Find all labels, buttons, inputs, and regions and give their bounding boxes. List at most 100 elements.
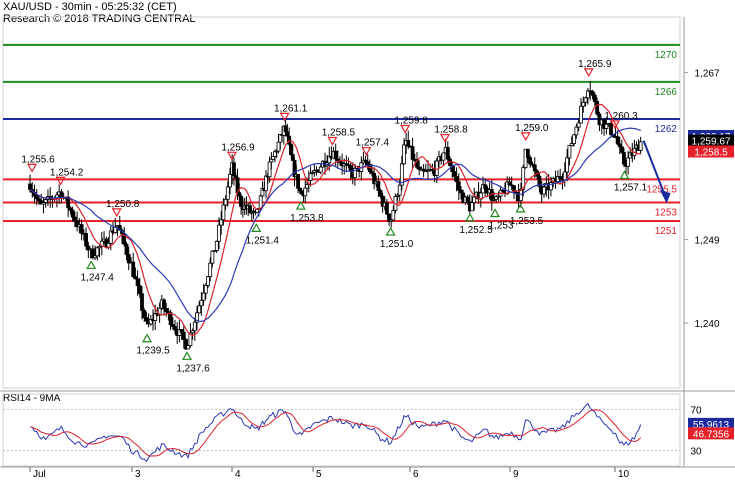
candle-body-46 (131, 261, 136, 277)
swing-high-label-0: 1,255.6 (21, 154, 55, 165)
candle-body-124 (289, 143, 293, 155)
swing-low-marker-12 (385, 226, 396, 236)
candle-body-128 (296, 173, 300, 189)
candle-body-208 (465, 196, 470, 203)
swing-low-label-21: 1,257.1 (614, 182, 648, 193)
candle-body-238 (532, 164, 537, 172)
candle-body-171 (385, 202, 389, 215)
candle-body-114 (271, 156, 276, 160)
swing-low-marker-4 (141, 333, 153, 343)
candle-body-123 (287, 135, 292, 145)
candle-body-251 (562, 171, 567, 181)
candle-body-255 (572, 134, 576, 144)
candle-body-227 (507, 181, 512, 186)
candle-body-76 (197, 305, 202, 314)
candle-body-20 (72, 216, 77, 222)
candle-body-92 (232, 162, 236, 177)
swing-high-label-17: 1,259.0 (515, 123, 549, 134)
candle-body-197 (441, 152, 446, 161)
candle-body-87 (221, 204, 226, 221)
candle-body-135 (308, 173, 313, 181)
candle-body-203 (454, 176, 459, 183)
candle-body-44 (126, 254, 131, 264)
candle-body-86 (219, 219, 224, 226)
level-label-5: 1251 (655, 226, 678, 237)
level-label-1: 1266 (655, 87, 678, 98)
candle-body-179 (402, 144, 406, 165)
candle-body-174 (391, 210, 396, 221)
candle-body-82 (210, 250, 215, 264)
time-tick-label-4: 6 (413, 469, 419, 480)
swing-low-label-9: 1,253.8 (290, 213, 324, 224)
swing-high-label-2: 1,250.8 (106, 199, 140, 210)
candle-body-271 (609, 123, 613, 135)
candle-body-132 (303, 187, 308, 197)
candle-body-61 (164, 308, 169, 312)
candle-body-258 (579, 105, 583, 124)
candle-body-3 (34, 195, 39, 200)
candle-body-235 (525, 148, 530, 159)
swing-low-label-4: 1,239.5 (136, 346, 170, 357)
swing-high-marker-0 (27, 163, 38, 173)
candle-body-147 (333, 150, 338, 160)
candle-body-167 (376, 181, 381, 191)
swing-high-marker-2 (111, 208, 122, 218)
swing-low-marker-3 (86, 260, 97, 270)
candle-body-260 (583, 97, 588, 103)
candle-body-112 (267, 161, 272, 178)
candle-body-205 (459, 189, 463, 194)
candle-body-263 (590, 91, 595, 96)
candle-body-154 (348, 165, 353, 172)
swing-low-marker-7 (251, 223, 262, 232)
candle-body-256 (574, 126, 579, 136)
candle-body-277 (622, 151, 626, 165)
swing-high-label-8: 1,261.1 (274, 103, 308, 114)
candle-body-52 (144, 317, 149, 322)
candle-body-65 (173, 326, 177, 331)
candle-body-259 (581, 101, 586, 107)
candle-body-85 (217, 224, 221, 242)
candle-body-181 (406, 140, 411, 147)
candle-body-69 (181, 331, 186, 340)
candle-body-168 (378, 190, 383, 197)
candle-body-30 (95, 247, 100, 257)
time-tick-label-1: 3 (135, 469, 141, 480)
candle-body-7 (43, 199, 48, 203)
candle-body-88 (223, 198, 228, 206)
candle-body-79 (203, 284, 208, 294)
swing-high-marker-14 (439, 134, 451, 143)
candle-body-89 (225, 186, 230, 200)
time-tick-label-0: Jul (33, 469, 46, 480)
time-tick-label-3: 5 (316, 469, 322, 480)
swing-high-label-6: 1,256.9 (221, 142, 255, 153)
time-tick-label-6: 10 (618, 469, 630, 480)
price-chart: 1270126612621255.5125312511,255.61,254.2… (0, 16, 735, 480)
swing-high-marker-19 (583, 68, 594, 78)
candle-body-202 (452, 171, 457, 177)
candle-body-51 (142, 310, 147, 318)
swing-high-label-14: 1,258.8 (434, 125, 468, 136)
swing-low-label-3: 1,247.4 (81, 272, 115, 283)
candle-body-133 (305, 184, 309, 189)
level-label-2: 1262 (655, 124, 678, 135)
candle-body-236 (528, 157, 533, 165)
rsi-line (29, 402, 642, 463)
candle-body-216 (483, 184, 488, 190)
candle-body-71 (186, 345, 191, 350)
time-tick-label-2: 4 (235, 469, 241, 480)
candle-body-81 (208, 262, 213, 278)
candle-body-49 (137, 285, 142, 295)
swing-high-label-13: 1,259.8 (394, 115, 428, 126)
price-box-label-2: 1,258.5 (694, 147, 728, 158)
candle-body-265 (595, 101, 600, 115)
candle-body-23 (79, 224, 84, 234)
swing-high-label-19: 1,265.9 (578, 59, 612, 70)
candle-body-252 (565, 157, 570, 173)
time-tick-label-5: 9 (513, 469, 519, 480)
candle-body-63 (168, 312, 173, 326)
candle-body-121 (283, 125, 288, 133)
rsi-panel-frame (2, 393, 681, 467)
candle-body-274 (615, 136, 620, 145)
rsi-value-label-1: 46.7356 (693, 429, 730, 440)
candle-body-285 (638, 141, 643, 151)
